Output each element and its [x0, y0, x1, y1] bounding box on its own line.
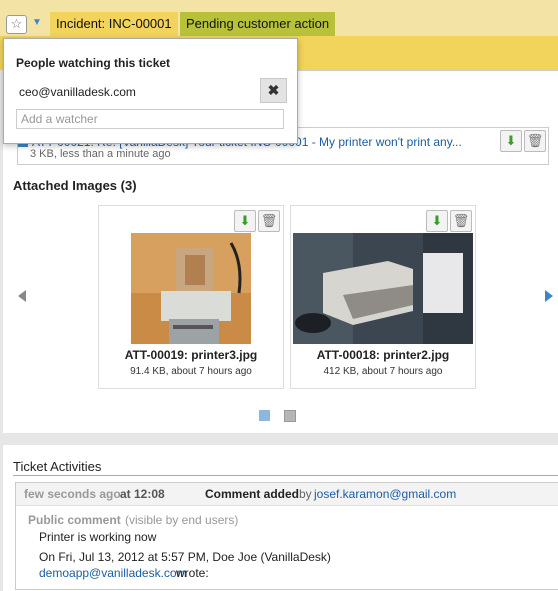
image-name: ATT-00018: printer2.jpg [316, 348, 450, 362]
image-meta: 412 KB, about 7 hours ago [323, 366, 443, 377]
incident-title: Incident: INC-00001 [50, 12, 178, 36]
activity-time: few seconds ago [24, 487, 121, 501]
carousel-dot[interactable] [284, 410, 296, 422]
watchers-popup: People watching this ticket ceo@vanillad… [3, 38, 298, 144]
download-icon[interactable]: ⬇ [234, 210, 256, 232]
trash-icon[interactable]: 🗑 [524, 130, 546, 152]
carousel-next-icon[interactable] [545, 290, 553, 302]
image-card[interactable]: ⬇ 🗑 ATT-00019: printer3.jpg 91.4 KB, abo… [98, 205, 284, 389]
carousel-dot-active[interactable] [259, 410, 270, 421]
visibility-note: (visible by end users) [125, 513, 239, 527]
image-thumbnail[interactable] [131, 233, 251, 344]
activity-by: by [299, 487, 312, 501]
download-icon[interactable]: ⬇ [426, 210, 448, 232]
attached-images-title: Attached Images (3) [13, 178, 137, 193]
image-name: ATT-00019: printer3.jpg [124, 348, 258, 362]
activity-time-at: at 12:08 [120, 487, 165, 501]
carousel-prev-icon[interactable] [18, 290, 26, 302]
activity-author[interactable]: josef.karamon@gmail.com [314, 487, 456, 501]
activity-header: few seconds ago at 12:08 Comment added b… [16, 483, 558, 506]
close-icon[interactable]: ✖ [260, 78, 287, 103]
watcher-email: ceo@vanilladesk.com [19, 85, 136, 99]
visibility-label: Public comment [28, 513, 121, 527]
comment-line: Printer is working now [39, 530, 157, 544]
image-card[interactable]: ⬇ 🗑 ATT-00018: printer2.jpg 412 KB, abou… [290, 205, 476, 389]
trash-icon[interactable]: 🗑 [450, 210, 472, 232]
chevron-down-icon[interactable]: ▼ [30, 16, 44, 30]
attachment-meta: 3 KB, less than a minute ago [30, 148, 171, 160]
activities-title: Ticket Activities [13, 459, 102, 474]
status-badge: Pending customer action [180, 12, 336, 36]
activity-entry: few seconds ago at 12:08 Comment added b… [15, 482, 558, 590]
star-icon[interactable]: ☆ [6, 15, 27, 34]
activity-event: Comment added [205, 487, 300, 501]
top-bar: ☆ ▼ Incident: INC-00001 Pending customer… [0, 0, 558, 70]
download-icon[interactable]: ⬇ [500, 130, 522, 152]
comment-line: On Fri, Jul 13, 2012 at 5:57 PM, Doe Joe… [39, 550, 331, 564]
image-thumbnail[interactable] [293, 233, 473, 344]
ticket-activities: Ticket Activities few seconds ago at 12:… [3, 445, 558, 591]
watchers-title: People watching this ticket [16, 56, 171, 70]
image-meta: 91.4 KB, about 7 hours ago [130, 366, 252, 377]
comment-line: wrote: [176, 566, 209, 580]
trash-icon[interactable]: 🗑 [258, 210, 280, 232]
add-watcher-input[interactable] [16, 109, 284, 129]
comment-email-link[interactable]: demoapp@vanilladesk.com [39, 566, 187, 580]
divider [13, 475, 558, 476]
